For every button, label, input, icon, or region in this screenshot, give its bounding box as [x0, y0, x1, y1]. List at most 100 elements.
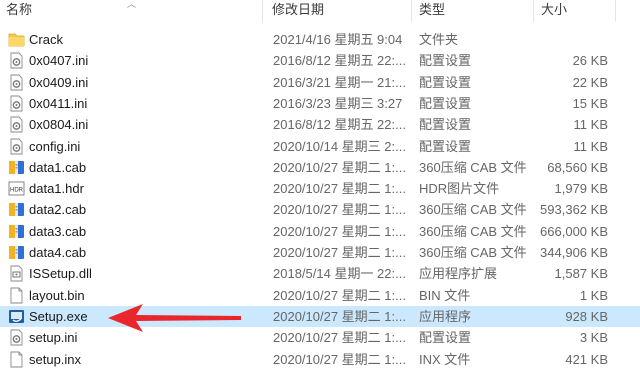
file-modified-date: 2016/8/12 星期五 22:...: [273, 117, 406, 133]
file-modified-date: 2020/10/27 星期二 1:...: [273, 181, 406, 197]
file-row[interactable]: 0x0409.ini 2016/3/21 星期一 21:... 配置设置 22 KB: [0, 72, 640, 93]
red-arrow-annotation: [108, 304, 241, 332]
file-name: 0x0804.ini: [29, 117, 89, 133]
archive-icon: [8, 244, 25, 261]
settings-file-icon: [8, 138, 25, 155]
hdr-image-icon: HDR: [8, 180, 25, 197]
file-row[interactable]: config.ini 2020/10/14 星期三 2:... 配置设置 11 KB: [0, 136, 640, 157]
file-size: 68,560 KB: [547, 159, 608, 175]
file-row[interactable]: data2.cab 2020/10/27 星期二 1:... 360压缩 CAB 文…: [0, 199, 640, 220]
archive-icon: [8, 201, 25, 218]
file-modified-date: 2020/10/14 星期三 2:...: [273, 138, 406, 154]
file-size: 1 KB: [579, 287, 608, 303]
setup-exe-icon: [8, 308, 25, 325]
file-row[interactable]: setup.inx 2020/10/27 星期二 1:... INX 文件 421 K…: [0, 349, 640, 369]
column-header-name[interactable]: 名称: [0, 0, 262, 21]
column-header-date[interactable]: 修改日期: [266, 0, 411, 21]
file-modified-date: 2020/10/27 星期二 1:...: [273, 351, 406, 367]
file-type: 文件夹: [419, 32, 459, 47]
file-modified-date: 2016/8/12 星期五 22:...: [273, 53, 406, 69]
file-size: 22 KB: [572, 74, 608, 90]
file-size: 666,000 KB: [540, 223, 608, 239]
file-type: 配置设置: [419, 138, 472, 154]
file-name: 0x0407.ini: [29, 53, 89, 69]
file-modified-date: 2016/3/21 星期一 21:...: [273, 74, 406, 90]
settings-file-icon: [8, 74, 25, 91]
settings-file-icon: [8, 95, 25, 112]
dll-file-icon: [8, 265, 25, 282]
file-modified-date: 2018/5/14 星期一 22:...: [273, 266, 406, 282]
file-modified-date: 2016/3/23 星期三 3:27: [273, 95, 403, 111]
archive-icon: [8, 223, 25, 240]
file-type: 配置设置: [419, 95, 472, 111]
file-row[interactable]: ISSetup.dll 2018/5/14 星期一 22:... 应用程序扩展 1,5…: [0, 263, 640, 284]
column-header-bar: ︿ 名称 修改日期 类型 大小: [0, 0, 640, 22]
column-header-type[interactable]: 类型: [413, 0, 533, 21]
file-row[interactable]: 0x0804.ini 2016/8/12 星期五 22:... 配置设置 11 KB: [0, 114, 640, 135]
file-row[interactable]: Crack 2021/4/16 星期五 9:04 文件夹: [0, 29, 640, 50]
column-divider[interactable]: [533, 0, 534, 22]
file-row[interactable]: 0x0411.ini 2016/3/23 星期三 3:27 配置设置 15 KB: [0, 93, 640, 114]
file-modified-date: 2020/10/27 星期二 1:...: [273, 245, 406, 260]
svg-text:HDR: HDR: [10, 188, 24, 194]
file-type: 应用程序扩展: [419, 266, 498, 282]
file-size: 1,587 KB: [554, 266, 609, 282]
file-name: ISSetup.dll: [29, 266, 92, 282]
file-size: 928 KB: [565, 308, 608, 324]
file-size: 344,906 KB: [540, 245, 608, 260]
file-name: data1.cab: [29, 159, 87, 175]
column-divider[interactable]: [615, 0, 616, 22]
file-name: 0x0409.ini: [29, 74, 89, 90]
file-row[interactable]: HDR data1.hdr 2020/10/27 星期二 1:... HDR图片文件 1…: [0, 178, 640, 199]
file-name: data2.cab: [29, 202, 87, 218]
file-modified-date: 2020/10/27 星期二 1:...: [273, 287, 406, 303]
file-row[interactable]: Setup.exe 2020/10/27 星期二 1:... 应用程序 928 KB: [0, 305, 640, 327]
file-type: 配置设置: [419, 74, 472, 90]
file-size: [532, 29, 608, 50]
file-row[interactable]: layout.bin 2020/10/27 星期二 1:... BIN 文件 1 KB: [0, 285, 640, 306]
file-row[interactable]: data4.cab 2020/10/27 星期二 1:... 360压缩 CAB 文…: [0, 242, 640, 263]
column-divider[interactable]: [262, 0, 263, 22]
file-name: setup.inx: [29, 351, 82, 367]
file-row[interactable]: 0x0407.ini 2016/8/12 星期五 22:... 配置设置 26 KB: [0, 50, 640, 71]
file-name: data4.cab: [29, 245, 87, 260]
file-name: Crack: [29, 32, 63, 47]
blank-file-icon: [8, 287, 25, 304]
file-type: HDR图片文件: [419, 181, 500, 197]
settings-file-icon: [8, 116, 25, 133]
file-name: data3.cab: [29, 223, 87, 239]
file-modified-date: 2020/10/27 星期二 1:...: [273, 159, 406, 175]
file-modified-date: 2020/10/27 星期二 1:...: [273, 308, 406, 324]
file-size: 421 KB: [565, 351, 608, 367]
file-size: 3 KB: [579, 330, 608, 346]
file-row[interactable]: setup.ini 2020/10/27 星期二 1:... 配置设置 3 KB: [0, 327, 640, 348]
column-header-size[interactable]: 大小: [535, 0, 615, 21]
file-modified-date: 2020/10/27 星期二 1:...: [273, 223, 406, 239]
column-divider[interactable]: [411, 0, 412, 22]
file-type: 360压缩 CAB 文件: [419, 159, 527, 175]
file-size: 26 KB: [572, 53, 608, 69]
blank-file-icon: [8, 351, 25, 368]
file-type: 应用程序: [419, 308, 472, 324]
file-type: BIN 文件: [419, 287, 471, 303]
settings-file-icon: [8, 52, 25, 69]
file-name: 0x0411.ini: [29, 95, 88, 111]
file-type: 配置设置: [419, 53, 472, 69]
file-type: 360压缩 CAB 文件: [419, 223, 527, 239]
file-row[interactable]: data1.cab 2020/10/27 星期二 1:... 360压缩 CAB 文…: [0, 157, 640, 178]
file-modified-date: 2020/10/27 星期二 1:...: [273, 330, 406, 346]
file-size: 11 KB: [573, 138, 608, 154]
file-type: 360压缩 CAB 文件: [419, 202, 527, 218]
file-name: config.ini: [29, 138, 81, 154]
file-modified-date: 2021/4/16 星期五 9:04: [273, 32, 403, 47]
folder-icon: [8, 31, 25, 48]
file-row[interactable]: data3.cab 2020/10/27 星期二 1:... 360压缩 CAB 文…: [0, 221, 640, 242]
file-modified-date: 2020/10/27 星期二 1:...: [273, 202, 406, 218]
file-type: 360压缩 CAB 文件: [419, 245, 527, 260]
file-name: data1.hdr: [29, 181, 84, 197]
file-type: INX 文件: [419, 351, 471, 367]
file-size: 15 KB: [572, 95, 608, 111]
settings-file-icon: [8, 329, 25, 346]
file-size: 593,362 KB: [540, 202, 608, 218]
file-size: 1,979 KB: [554, 181, 609, 197]
